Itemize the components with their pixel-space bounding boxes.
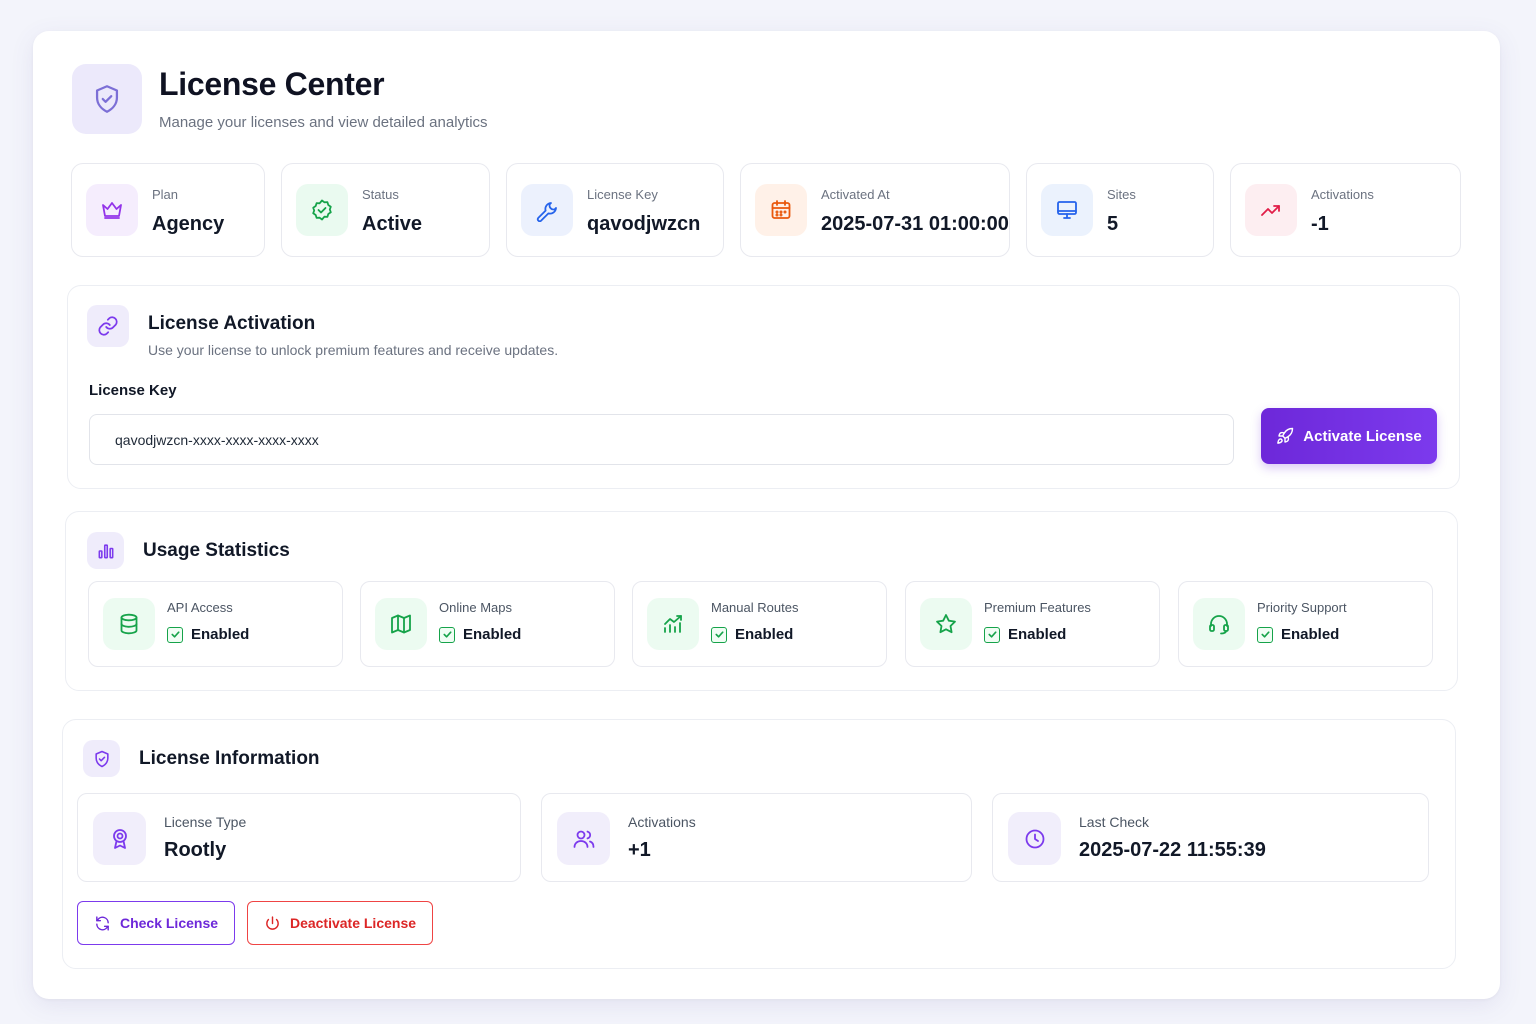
stat-value: -1 [1311, 213, 1329, 235]
license-key-input[interactable] [89, 414, 1234, 465]
wrench-icon [521, 184, 573, 236]
stat-card-activations: Activations -1 [1230, 163, 1461, 257]
checkbox-checked-icon [167, 626, 183, 643]
section-title-usage: Usage Statistics [143, 540, 290, 561]
feature-card-api-access: API Access Enabled [88, 581, 343, 667]
stat-label: Sites [1107, 187, 1136, 202]
feature-status-text: Enabled [463, 626, 522, 643]
deactivate-license-label: Deactivate License [289, 915, 417, 931]
feature-card-premium-features: Premium Features Enabled [905, 581, 1160, 667]
feature-status: Enabled [984, 626, 1066, 643]
feature-status: Enabled [1257, 626, 1339, 643]
feature-status: Enabled [167, 626, 249, 643]
feature-card-manual-routes: Manual Routes Enabled [632, 581, 887, 667]
feature-label: Manual Routes [711, 600, 799, 615]
monitor-icon [1041, 184, 1093, 236]
trending-up-icon [1245, 184, 1297, 236]
license-key-label: License Key [89, 382, 177, 399]
stat-label: Plan [152, 187, 179, 202]
stat-value: Active [362, 213, 423, 235]
map-icon [375, 598, 427, 650]
info-label: License Type [164, 814, 247, 830]
info-value: Rootly [164, 839, 227, 861]
checkbox-checked-icon [439, 626, 455, 643]
stat-value: 2025-07-31 01:00:00 [821, 213, 1009, 235]
feature-label: Premium Features [984, 600, 1091, 615]
feature-status: Enabled [439, 626, 521, 643]
info-value: 2025-07-22 11:55:39 [1079, 839, 1266, 861]
checkbox-checked-icon [1257, 626, 1273, 643]
page-title: License Center [159, 66, 385, 102]
stat-card-status: Status Active [281, 163, 490, 257]
section-title-info: License Information [139, 748, 320, 769]
stat-card-activated-at: Activated At 2025-07-31 01:00:00 [740, 163, 1010, 257]
feature-card-priority-support: Priority Support Enabled [1178, 581, 1433, 667]
stat-card-plan: Plan Agency [71, 163, 265, 257]
feature-status: Enabled [711, 626, 793, 643]
feature-status-text: Enabled [191, 626, 250, 643]
stat-value: Agency [152, 213, 225, 235]
feature-card-online-maps: Online Maps Enabled [360, 581, 615, 667]
info-card-license-type: License Type Rootly [77, 793, 521, 882]
page-subtitle: Manage your licenses and view detailed a… [159, 114, 488, 131]
info-value: +1 [628, 839, 651, 861]
info-label: Last Check [1079, 814, 1150, 830]
star-icon [920, 598, 972, 650]
shield-icon [83, 740, 120, 777]
bar-chart-icon [87, 532, 124, 569]
checkbox-checked-icon [711, 626, 727, 643]
stat-value: qavodjwzcn [587, 213, 701, 235]
chart-growth-icon [647, 598, 699, 650]
feature-status-text: Enabled [735, 626, 794, 643]
badge-check-icon [296, 184, 348, 236]
headset-icon [1193, 598, 1245, 650]
power-icon [264, 915, 281, 932]
checkbox-checked-icon [984, 626, 1000, 643]
info-label: Activations [628, 814, 696, 830]
stat-label: Activated At [821, 187, 890, 202]
deactivate-license-button[interactable]: Deactivate License [247, 901, 433, 945]
stat-label: Activations [1311, 187, 1374, 202]
clock-icon [1008, 812, 1061, 865]
database-icon [103, 598, 155, 650]
shield-check-icon [72, 64, 142, 134]
stat-value: 5 [1107, 213, 1119, 235]
feature-label: Online Maps [439, 600, 512, 615]
feature-label: Priority Support [1257, 600, 1347, 615]
section-title-activation: License Activation [148, 313, 316, 334]
refresh-icon [94, 915, 111, 932]
stat-card-sites: Sites 5 [1026, 163, 1214, 257]
stat-label: License Key [587, 187, 658, 202]
feature-label: API Access [167, 600, 233, 615]
calendar-icon [755, 184, 807, 236]
info-card-activations: Activations +1 [541, 793, 972, 882]
activate-license-button[interactable]: Activate License [1261, 408, 1437, 464]
feature-status-text: Enabled [1281, 626, 1340, 643]
activate-license-label: Activate License [1303, 427, 1422, 445]
check-license-label: Check License [119, 915, 219, 931]
section-subtitle-activation: Use your license to unlock premium featu… [148, 342, 559, 358]
stat-card-license-key: License Key qavodjwzcn [506, 163, 724, 257]
stat-label: Status [362, 187, 399, 202]
feature-status-text: Enabled [1008, 626, 1067, 643]
rocket-icon [1276, 427, 1294, 445]
award-icon [93, 812, 146, 865]
check-license-button[interactable]: Check License [77, 901, 235, 945]
link-icon [87, 305, 129, 347]
crown-icon [86, 184, 138, 236]
users-icon [557, 812, 610, 865]
info-card-last-check: Last Check 2025-07-22 11:55:39 [992, 793, 1429, 882]
